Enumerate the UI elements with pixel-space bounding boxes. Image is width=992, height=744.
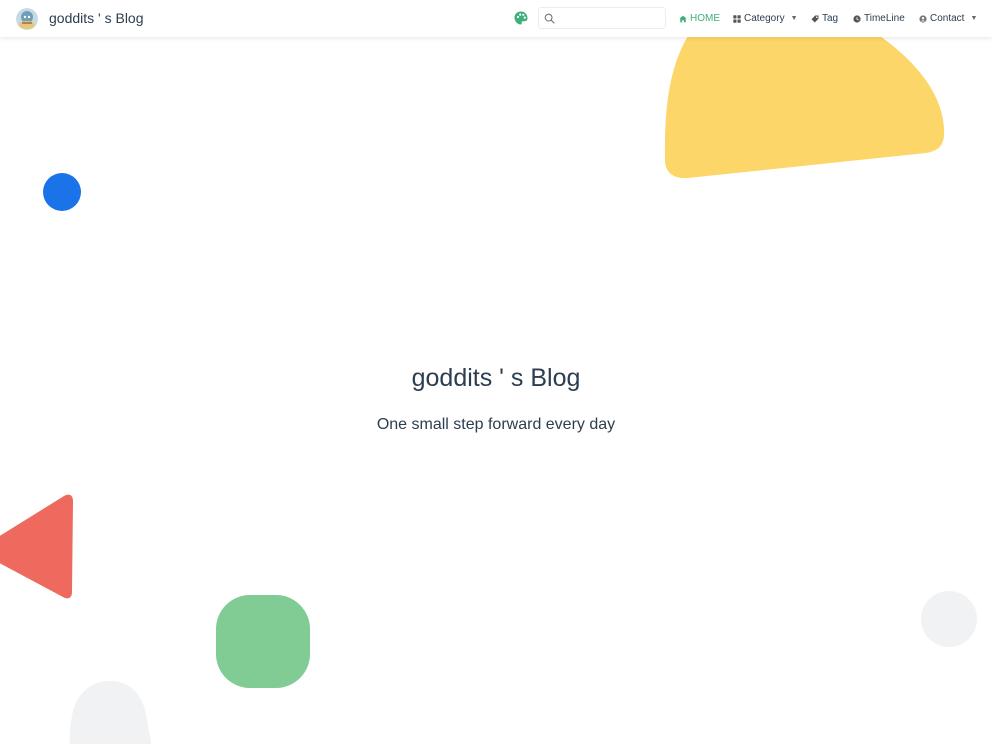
gray-blob-shape [69, 680, 152, 744]
hero-tagline: One small step forward every day [376, 416, 616, 433]
navbar: goddits ' s Blog HOME Category ▼ Tag Tim… [0, 0, 992, 37]
chevron-down-icon: ▼ [970, 15, 978, 22]
search-box[interactable] [538, 7, 666, 29]
nav-label-contact: Contact [930, 13, 965, 24]
palette-icon[interactable] [513, 10, 529, 26]
category-icon [733, 14, 741, 23]
gray-circle-shape [921, 591, 977, 647]
timeline-icon [853, 14, 861, 23]
site-logo[interactable] [16, 8, 38, 30]
contact-icon [919, 14, 927, 23]
nav-label-home: HOME [690, 13, 720, 24]
red-triangle-shape [0, 494, 73, 599]
hero-title: goddits ' s Blog [411, 364, 581, 392]
nav-label-tag: Tag [822, 13, 839, 24]
green-rounded-square-shape [216, 595, 310, 688]
nav-item-contact[interactable]: Contact ▼ [919, 11, 977, 26]
tag-icon [811, 15, 819, 22]
search-icon [544, 13, 555, 24]
chevron-down-icon: ▼ [790, 15, 798, 22]
nav-label-category: Category [744, 13, 785, 24]
nav-item-home[interactable]: HOME [679, 11, 720, 26]
search-input[interactable] [559, 9, 659, 27]
nav-item-category[interactable]: Category ▼ [733, 11, 798, 26]
blue-circle-shape [43, 173, 81, 211]
nav-item-tag[interactable]: Tag [811, 11, 838, 26]
site-name[interactable]: goddits ' s Blog [49, 10, 144, 26]
home-icon [679, 15, 687, 22]
nav-label-timeline: TimeLine [864, 13, 905, 24]
yellow-half-circle-shape [664, 36, 945, 179]
nav-item-timeline[interactable]: TimeLine [853, 11, 905, 26]
page: goddits ' s Blog HOME Category ▼ Tag Tim… [0, 0, 992, 744]
